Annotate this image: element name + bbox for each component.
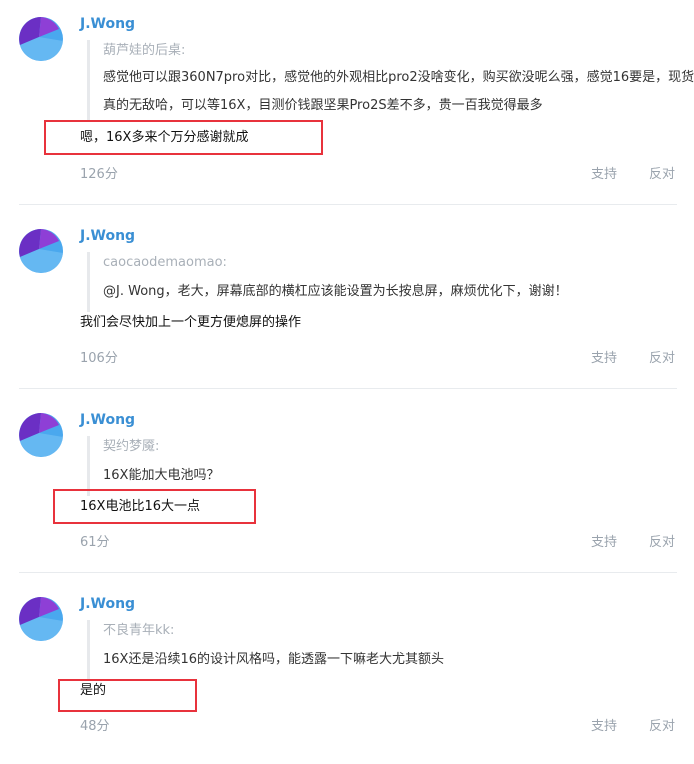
support-button[interactable]: 支持 xyxy=(591,534,617,552)
avatar[interactable] xyxy=(19,413,63,457)
meizu-logo-avatar-icon xyxy=(19,229,63,273)
reply-text: 是的 xyxy=(80,683,107,698)
score: 126分 xyxy=(80,167,118,182)
quoted-comment: 不良青年kk: 16X还是沿续16的设计风格吗，能透露一下嘛老大尤其额头 xyxy=(87,620,694,680)
reply-text: 嗯，16X多来个万分感谢就成 xyxy=(80,130,249,145)
quote-author: 不良青年kk: xyxy=(103,623,175,638)
score: 48分 xyxy=(80,719,110,734)
username[interactable]: J.Wong xyxy=(80,15,135,33)
divider xyxy=(19,204,677,205)
avatar[interactable] xyxy=(19,229,63,273)
oppose-button[interactable]: 反对 xyxy=(649,350,675,368)
quote-author: caocaodemaomao: xyxy=(103,255,227,270)
quote-text: @J. Wong，老大，屏幕底部的横杠应该能设置为长按息屏，麻烦优化下，谢谢！ xyxy=(103,284,568,299)
oppose-button[interactable]: 反对 xyxy=(649,534,675,552)
divider xyxy=(19,572,677,573)
divider xyxy=(19,388,677,389)
highlight-box xyxy=(58,679,197,712)
username[interactable]: J.Wong xyxy=(80,411,135,429)
quoted-comment: caocaodemaomao: @J. Wong，老大，屏幕底部的横杠应该能设置… xyxy=(87,252,694,312)
username[interactable]: J.Wong xyxy=(80,595,135,613)
score: 61分 xyxy=(80,535,110,550)
avatar[interactable] xyxy=(19,17,63,61)
comment-item: J.Wong 不良青年kk: 16X还是沿续16的设计风格吗，能透露一下嘛老大尤… xyxy=(0,580,694,764)
quote-author: 葫芦娃的后桌: xyxy=(103,43,186,58)
reply-text: 16X电池比16大一点 xyxy=(80,499,200,514)
reply-text: 我们会尽快加上一个更方便熄屏的操作 xyxy=(80,315,302,330)
support-button[interactable]: 支持 xyxy=(591,718,617,736)
comment-item: J.Wong 契约梦魇: 16X能加大电池吗？ 16X电池比16大一点 61分 … xyxy=(0,396,694,580)
meizu-logo-avatar-icon xyxy=(19,597,63,641)
score: 106分 xyxy=(80,351,118,366)
quote-text: 16X还是沿续16的设计风格吗，能透露一下嘛老大尤其额头 xyxy=(103,652,444,667)
oppose-button[interactable]: 反对 xyxy=(649,718,675,736)
support-button[interactable]: 支持 xyxy=(591,166,617,184)
oppose-button[interactable]: 反对 xyxy=(649,166,675,184)
quote-text: 16X能加大电池吗？ xyxy=(103,468,220,483)
username[interactable]: J.Wong xyxy=(80,227,135,245)
quoted-comment: 葫芦娃的后桌: 感觉他可以跟360N7pro对比，感觉他的外观相比pro2没啥变… xyxy=(87,40,694,120)
meizu-logo-avatar-icon xyxy=(19,17,63,61)
avatar[interactable] xyxy=(19,597,63,641)
quote-text: 感觉他可以跟360N7pro对比，感觉他的外观相比pro2没啥变化，购买欲没呢么… xyxy=(103,70,694,113)
quote-author: 契约梦魇: xyxy=(103,439,160,454)
quoted-comment: 契约梦魇: 16X能加大电池吗？ xyxy=(87,436,694,496)
comment-item: J.Wong 葫芦娃的后桌: 感觉他可以跟360N7pro对比，感觉他的外观相比… xyxy=(0,0,694,184)
support-button[interactable]: 支持 xyxy=(591,350,617,368)
comment-item: J.Wong caocaodemaomao: @J. Wong，老大，屏幕底部的… xyxy=(0,212,694,396)
meizu-logo-avatar-icon xyxy=(19,413,63,457)
